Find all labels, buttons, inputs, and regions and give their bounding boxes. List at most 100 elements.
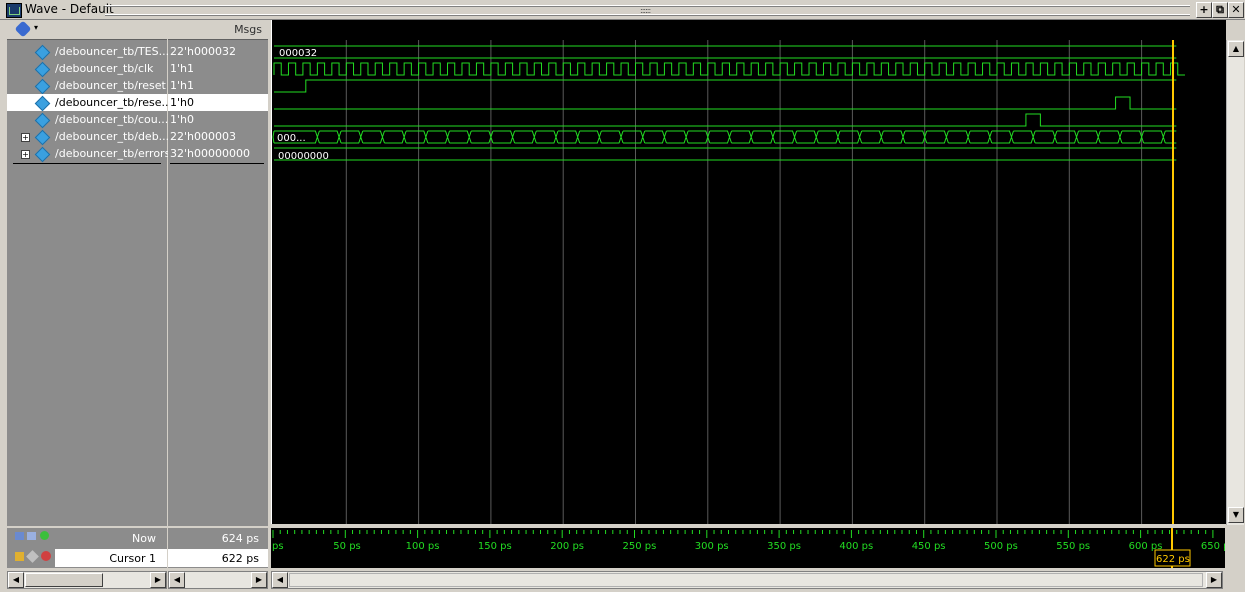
- signal-value-row[interactable]: 22'h000003: [168, 128, 268, 145]
- now-value: 624 ps: [221, 532, 259, 545]
- delete-cursor-icon[interactable]: [41, 551, 51, 561]
- ruler-label: 100 ps: [406, 541, 440, 552]
- cursor-value-cell: 622 ps: [168, 549, 268, 567]
- signal-value: 1'h0: [170, 96, 194, 109]
- signal-row[interactable]: /debouncer_tb/rese...: [7, 94, 172, 112]
- cursor-values-area: 624 ps 622 ps: [168, 528, 268, 568]
- signal-value-row[interactable]: 32'h00000000: [168, 145, 268, 162]
- values-divider: [170, 163, 264, 164]
- names-scroll-thumb[interactable]: [25, 573, 103, 587]
- values-header: Msgs: [168, 20, 268, 40]
- waveforms: [272, 45, 1185, 161]
- cursor-name: Cursor 1: [109, 552, 156, 565]
- signal-icon: [34, 78, 51, 95]
- ruler-label: 400 ps: [839, 541, 873, 552]
- signal-icon: [34, 129, 51, 146]
- signal-row[interactable]: /debouncer_tb/clk: [7, 60, 167, 78]
- close-button[interactable]: ✕: [1228, 2, 1244, 18]
- signal-icon: [34, 95, 51, 112]
- ruler-label: 50 ps: [333, 541, 360, 552]
- scroll-left-icon[interactable]: ◀: [272, 572, 288, 588]
- ruler-label: 500 ps: [984, 541, 1018, 552]
- signal-value-row[interactable]: 22'h000032: [168, 43, 268, 60]
- scroll-left-icon[interactable]: ◀: [8, 572, 24, 588]
- signal-value: 1'h1: [170, 79, 194, 92]
- scroll-right-icon[interactable]: ▶: [150, 572, 166, 588]
- signal-row[interactable]: /debouncer_tb/reset: [7, 77, 167, 95]
- wave-label-deb: 000...: [277, 133, 306, 144]
- wave-deb: [272, 130, 1177, 144]
- signal-value: 22'h000003: [170, 130, 236, 143]
- ruler-label: 350 ps: [767, 541, 801, 552]
- add-cursor-icon[interactable]: [15, 532, 24, 540]
- ruler-label: ps: [272, 541, 284, 552]
- signal-row[interactable]: + /debouncer_tb/errors: [7, 145, 171, 163]
- signal-icon: [34, 44, 51, 61]
- signal-names-pane[interactable]: ▾ /debouncer_tb/TES... /debouncer_tb/clk /…: [7, 20, 172, 526]
- signal-value-row[interactable]: 1'h0: [168, 94, 268, 111]
- grip-handle-icon[interactable]: ::::::: [640, 6, 651, 15]
- scroll-right-icon[interactable]: ▶: [251, 572, 267, 588]
- scroll-down-icon[interactable]: ▼: [1228, 507, 1244, 523]
- now-label: Now: [132, 532, 156, 545]
- values-hscrollbar[interactable]: ◀ ▶: [168, 571, 268, 589]
- waveform-pane[interactable]: 000032 000... 00000000: [271, 20, 1226, 524]
- wave-scroll-thumb[interactable]: [289, 573, 1203, 587]
- expand-icon[interactable]: +: [21, 133, 30, 142]
- ruler-label: 650 p: [1201, 541, 1225, 552]
- wave-clk: [273, 62, 1185, 76]
- signal-row[interactable]: /debouncer_tb/TES...: [7, 43, 169, 61]
- window-title-bar[interactable]: Wave - Default :::::: + ⧉ ✕: [0, 0, 1245, 20]
- signal-icon: [34, 112, 51, 129]
- waveform-canvas[interactable]: 000032 000... 00000000: [272, 20, 1226, 524]
- scroll-left-icon[interactable]: ◀: [169, 572, 185, 588]
- vertical-scrollbar[interactable]: ▲ ▼: [1226, 40, 1244, 525]
- signal-name: /debouncer_tb/deb...: [55, 130, 170, 143]
- signal-row[interactable]: /debouncer_tb/cou...: [7, 111, 168, 129]
- time-ruler[interactable]: ps 50 ps 100 ps 150 ps 200 ps 250 ps 300 ps 350…: [271, 528, 1225, 568]
- expand-icon[interactable]: +: [21, 150, 30, 159]
- wave-reset: [274, 79, 1177, 93]
- names-divider: [13, 163, 161, 164]
- lock-icon[interactable]: [15, 552, 24, 561]
- msgs-label: Msgs: [234, 23, 262, 36]
- add-green-icon[interactable]: [40, 531, 49, 540]
- names-hscrollbar[interactable]: ◀ ▶: [7, 571, 167, 589]
- cursor-name-cell[interactable]: Cursor 1: [55, 549, 167, 567]
- signal-name: /debouncer_tb/clk: [55, 62, 154, 75]
- dock-add-button[interactable]: +: [1196, 2, 1212, 18]
- ruler-label: 300 ps: [695, 541, 729, 552]
- signal-name: /debouncer_tb/errors: [55, 147, 171, 160]
- wave-label-errors: 00000000: [278, 151, 329, 162]
- wrench-icon[interactable]: [26, 550, 39, 563]
- ruler-label: 250 ps: [623, 541, 657, 552]
- wave-window-icon: [6, 3, 22, 18]
- signal-value-row[interactable]: 1'h0: [168, 111, 268, 128]
- signal-row[interactable]: + /debouncer_tb/deb...: [7, 128, 170, 146]
- undock-button[interactable]: ⧉: [1212, 2, 1228, 18]
- grid-lines: [345, 40, 1143, 524]
- ruler-label: 450 ps: [912, 541, 946, 552]
- scroll-up-icon[interactable]: ▲: [1228, 41, 1244, 57]
- time-ruler-canvas[interactable]: ps 50 ps 100 ps 150 ps 200 ps 250 ps 300 ps 350…: [271, 528, 1225, 568]
- signal-value: 1'h0: [170, 113, 194, 126]
- window-title: Wave - Default: [25, 2, 114, 16]
- chevron-down-icon[interactable]: ▾: [34, 23, 38, 32]
- signal-value: 22'h000032: [170, 45, 236, 58]
- signal-value-row[interactable]: 1'h1: [168, 60, 268, 77]
- wave-tes: [274, 45, 1177, 59]
- signal-values-pane[interactable]: Msgs 22'h000032 1'h1 1'h1 1'h0 1'h0 22'h00000…: [168, 20, 268, 526]
- signal-value: 1'h1: [170, 62, 194, 75]
- signal-value-row[interactable]: 1'h1: [168, 77, 268, 94]
- signal-icon: [34, 61, 51, 78]
- wave-rese: [274, 96, 1177, 110]
- cursor-value: 622 ps: [221, 552, 259, 565]
- scroll-right-icon[interactable]: ▶: [1206, 572, 1222, 588]
- edit-cursor-icon[interactable]: [27, 532, 36, 540]
- wave-hscrollbar[interactable]: ◀ ▶: [271, 571, 1223, 589]
- wave-label-tes: 000032: [279, 48, 317, 59]
- ruler-label: 550 ps: [1056, 541, 1090, 552]
- signal-icon: [34, 146, 51, 163]
- wave-toolbar-icon[interactable]: [14, 20, 32, 38]
- ruler-label: 200 ps: [550, 541, 584, 552]
